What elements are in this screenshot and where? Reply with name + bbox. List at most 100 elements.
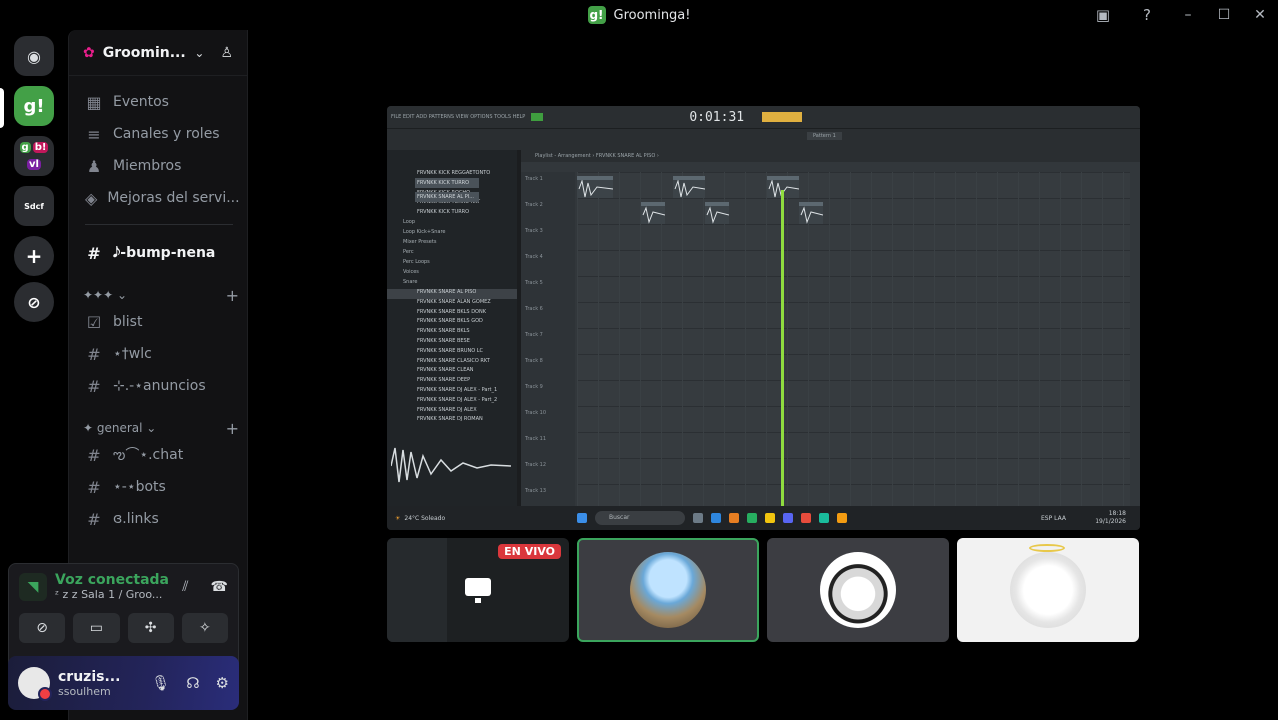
participant-tile[interactable]: [767, 538, 949, 642]
audio-clip[interactable]: [799, 202, 823, 224]
channel-anuncios[interactable]: # ⊹.-⋆anuncios: [77, 371, 241, 401]
audio-clip[interactable]: [577, 176, 613, 198]
windows-taskbar: ☀ 24°C Soleado Buscar ESP LAA 18:18 19/1…: [387, 506, 1140, 530]
discord-home-icon[interactable]: ◉: [14, 36, 54, 76]
title-bar: g! Groominga! ▣ ? – ☐ ✕: [0, 0, 1278, 30]
participant-tile[interactable]: [957, 538, 1139, 642]
channel-rack-item: FRVNKK SNARE AL PI...: [415, 192, 479, 202]
weather-text: 24°C Soleado: [404, 514, 446, 522]
voice-room[interactable]: ᶻ z 𝗓 Sala 1 / Groo...: [55, 588, 169, 601]
channel-label: ⋆-⋆bots: [113, 479, 166, 495]
camera-off-icon[interactable]: ⊘: [19, 613, 66, 643]
soundboard-icon[interactable]: ✧: [181, 613, 228, 643]
inbox-icon[interactable]: ▣: [1092, 4, 1114, 26]
channels-roles-icon: ≡: [87, 124, 101, 144]
channel-bump-nena[interactable]: # 𝅘𝅥𝅮-bump-nena: [77, 238, 241, 268]
server-flower-icon: ✿: [83, 44, 95, 61]
add-channel-icon[interactable]: +: [226, 419, 239, 438]
taskbar-app-icon: [693, 513, 703, 523]
audio-clip[interactable]: [705, 202, 729, 224]
sidebar-item-miembros[interactable]: ♟ Miembros: [77, 151, 241, 181]
server-folder-gb-vl[interactable]: g b! vl: [14, 136, 54, 176]
participant-tile-speaking[interactable]: [577, 538, 759, 642]
browser-folder: Loop Kick+Snare: [403, 228, 446, 235]
stream-preview-tile[interactable]: EN VIVO: [387, 538, 569, 642]
server-header[interactable]: ✿ Groomin... ⌄ ♙: [69, 30, 247, 76]
signal-icon[interactable]: ◥: [19, 572, 47, 601]
weather-icon: ☀: [395, 514, 401, 522]
chevron-down-icon: ⌄: [194, 45, 205, 60]
halo-icon: [1029, 544, 1065, 552]
avatar[interactable]: [18, 667, 52, 701]
fl-browser: FRVNKK KICK REGGAETONTO FRVNKK KICK RKT …: [387, 150, 517, 506]
sidebar-item-mejoras[interactable]: ◈ Mejoras del servi...: [77, 183, 241, 213]
fl-playlist: Playlist - Arrangement › FRVNKK SNARE AL…: [415, 150, 1140, 506]
activities-icon[interactable]: ✣: [127, 613, 174, 643]
discover-icon[interactable]: ⊘: [14, 282, 54, 322]
track-label: Track 4: [525, 254, 543, 260]
track-label: Track 12: [525, 462, 547, 468]
members-icon: ♟: [86, 156, 102, 176]
hash-icon: #: [87, 243, 101, 263]
playlist-grid[interactable]: [577, 172, 1130, 506]
maximize-button[interactable]: ☐: [1206, 7, 1242, 23]
minimize-button[interactable]: –: [1170, 7, 1206, 23]
taskbar-lang: ESP LAA: [1041, 514, 1066, 522]
audio-clip[interactable]: [673, 176, 705, 198]
sidebar-item-canales[interactable]: ≡ Canales y roles: [77, 119, 241, 149]
user-name[interactable]: cruzis...: [58, 669, 120, 685]
category-stars[interactable]: ✦✦✦ ⌄ +: [83, 285, 239, 305]
category-general[interactable]: ✦ general ⌄ +: [83, 418, 239, 438]
settings-gear-icon[interactable]: ⚙: [216, 674, 229, 692]
channel-bots[interactable]: # ⋆-⋆bots: [77, 472, 241, 502]
add-member-icon[interactable]: ♙: [220, 45, 233, 61]
taskbar-app-icon: [783, 513, 793, 523]
headphones-icon[interactable]: ☊: [186, 674, 199, 692]
screen-share-stream[interactable]: FILE EDIT ADD PATTERNS VIEW OPTIONS TOOL…: [387, 106, 1140, 530]
browser-item: FRVNKK KICK TURRO: [417, 209, 470, 216]
browser-item: FRVNKK SNARE DJ ALEX - Part_2: [417, 396, 498, 403]
fl-pattern: Pattern 1: [807, 132, 842, 140]
server-folder-sdcf[interactable]: Sdcf: [14, 186, 54, 226]
playhead[interactable]: [781, 190, 784, 506]
sidebar-item-eventos[interactable]: ▦ Eventos: [77, 87, 241, 117]
hash-icon: #: [87, 477, 101, 497]
browser-item: FRVNKK SNARE BKLS: [417, 328, 470, 335]
microphone-icon[interactable]: 🎙︎: [151, 674, 170, 692]
close-button[interactable]: ✕: [1242, 7, 1278, 23]
taskbar-app-icon: [801, 513, 811, 523]
noise-suppression-icon[interactable]: ⫽: [182, 579, 188, 595]
browser-item: FRVNKK SNARE BKLS GOD: [417, 318, 483, 325]
hash-icon: #: [87, 376, 101, 396]
track-label: Track 3: [525, 228, 543, 234]
disconnect-icon[interactable]: ☎: [211, 579, 228, 595]
windows-start-icon: [577, 513, 587, 523]
channel-blist[interactable]: ☑ blist: [77, 307, 241, 337]
browser-folder: Perc Loops: [403, 258, 430, 265]
browser-folder: Voices: [403, 268, 419, 275]
taskbar-app-icon: [729, 513, 739, 523]
channel-label: ɞ.links: [113, 511, 159, 527]
add-server-icon[interactable]: +: [14, 236, 54, 276]
track-label: Track 10: [525, 410, 547, 416]
browser-folder: Mixer Presets: [403, 238, 437, 245]
server-groominga[interactable]: g!: [14, 86, 54, 126]
add-channel-icon[interactable]: +: [226, 286, 239, 305]
browser-folder: Snare: [403, 278, 418, 285]
screen-share-icon[interactable]: ▭: [73, 613, 120, 643]
channel-chat[interactable]: # ఌ⌒⋆.chat: [77, 440, 241, 470]
server-name: Groomin...: [102, 44, 186, 61]
track-label: Track 8: [525, 358, 543, 364]
taskbar-app-icon: [819, 513, 829, 523]
preview-thumbnail: [387, 538, 447, 642]
help-icon[interactable]: ?: [1136, 4, 1158, 26]
audio-clip[interactable]: [641, 202, 665, 224]
browser-item: FRVNKK SNARE BESE: [417, 337, 470, 344]
live-badge: EN VIVO: [498, 544, 561, 559]
sidebar-item-label: Eventos: [113, 94, 169, 110]
channel-links[interactable]: # ɞ.links: [77, 504, 241, 534]
browser-item: FRVNKK SNARE BKLS DONK: [417, 308, 487, 315]
voice-status[interactable]: Voz conectada: [55, 572, 169, 588]
channel-wlc[interactable]: # ⋆†wlc: [77, 339, 241, 369]
participant-avatar: [1010, 552, 1086, 628]
